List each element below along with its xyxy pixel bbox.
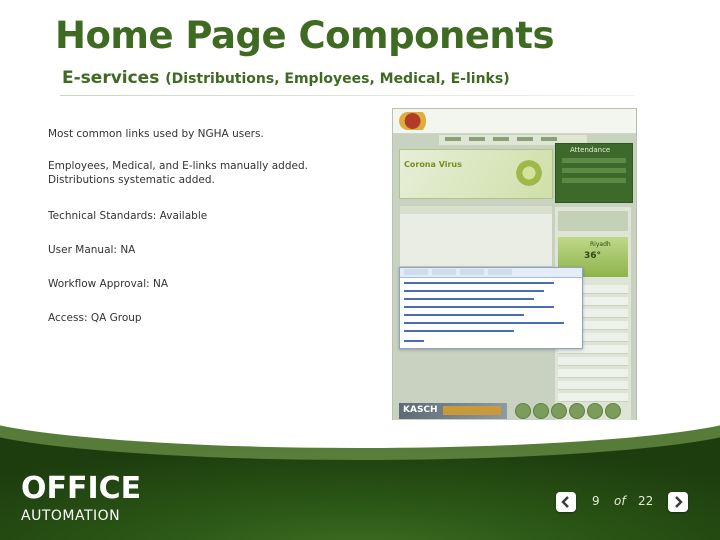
attendance-panel: Attendance	[555, 143, 633, 203]
workflow-approval: Workflow Approval: NA	[48, 277, 378, 291]
attendance-row	[562, 158, 626, 163]
corona-banner: Corona Virus	[399, 149, 553, 199]
screenshot-nav-item	[541, 137, 557, 141]
page-of: of	[614, 494, 626, 508]
page-total: 22	[638, 494, 654, 508]
corona-banner-text: Corona Virus	[404, 160, 462, 169]
weather-temp: 36°	[584, 251, 602, 261]
access-label: Access:	[48, 312, 88, 324]
tab-employees	[432, 269, 456, 275]
e-services-link	[404, 314, 524, 316]
kasch-badge	[443, 406, 501, 415]
user-manual: User Manual: NA	[48, 243, 378, 257]
e-services-more-link	[404, 340, 424, 342]
sidebar-link	[558, 357, 628, 366]
title-divider	[60, 95, 635, 96]
chevron-left-icon	[561, 496, 569, 508]
next-slide-button[interactable]	[668, 492, 688, 512]
sidebar-link	[558, 393, 628, 402]
sidebar-link	[558, 381, 628, 390]
quick-link-icon	[569, 403, 585, 419]
access-value: QA Group	[90, 312, 142, 324]
homepage-screenshot: Corona Virus Attendance Riyadh 36° KASCH	[392, 108, 637, 440]
e-services-link	[404, 330, 514, 332]
attendance-row	[562, 168, 626, 173]
screenshot-nav-item	[445, 137, 461, 141]
tab-medical	[460, 269, 484, 275]
screenshot-nav-item	[493, 137, 509, 141]
brand-automation: AUTOMATION	[21, 508, 121, 524]
quick-link-icon	[533, 403, 549, 419]
attendance-label: Attendance	[570, 146, 611, 154]
e-services-link	[404, 322, 564, 324]
subtitle-main: E-services	[62, 68, 160, 88]
workflow-approval-value: NA	[153, 278, 169, 290]
sidebar-banner	[558, 211, 628, 231]
screenshot-nav-item	[517, 137, 533, 141]
subtitle-categories: (Distributions, Employees, Medical, E-li…	[165, 71, 510, 87]
weather-city: Riyadh	[590, 241, 611, 248]
technical-standards-label: Technical Standards:	[48, 210, 157, 222]
quick-link-icon	[515, 403, 531, 419]
e-services-tabs	[400, 268, 582, 278]
access: Access: QA Group	[48, 311, 378, 325]
page-current: 9	[592, 494, 600, 508]
content-line-common-links: Most common links used by NGHA users.	[48, 128, 264, 140]
e-services-link	[404, 306, 554, 308]
e-services-link	[404, 298, 534, 300]
tab-distributions	[404, 269, 428, 275]
news-header	[400, 206, 552, 214]
technical-standards-value: Available	[159, 210, 208, 222]
workflow-approval-label: Workflow Approval:	[48, 278, 150, 290]
screenshot-news-area	[399, 205, 553, 267]
sidebar-link	[558, 369, 628, 378]
quick-link-icon	[551, 403, 567, 419]
previous-slide-button[interactable]	[556, 492, 576, 512]
technical-standards: Technical Standards: Available	[48, 209, 378, 223]
slide-subtitle: E-services (Distributions, Employees, Me…	[62, 68, 510, 88]
user-manual-label: User Manual:	[48, 244, 117, 256]
slide-pager: 9 of 22	[556, 491, 692, 513]
virus-icon	[514, 158, 544, 188]
kasch-banner: KASCH	[399, 403, 507, 419]
content-line-systematic-added: Distributions systematic added.	[48, 174, 215, 186]
slide-title: Home Page Components	[55, 14, 555, 57]
slide-content: Most common links used by NGHA users. Em…	[48, 127, 378, 325]
attendance-row	[562, 178, 626, 183]
tab-e-links	[488, 269, 512, 275]
screenshot-nav-item	[469, 137, 485, 141]
ngha-logo	[399, 112, 433, 130]
brand-office: OFFICE	[21, 471, 142, 506]
kasch-label: KASCH	[403, 405, 438, 415]
e-services-link	[404, 290, 544, 292]
content-line-manual-added: Employees, Medical, and E-links manually…	[48, 160, 308, 172]
e-services-link	[404, 282, 554, 284]
user-manual-value: NA	[120, 244, 136, 256]
chevron-right-icon	[675, 496, 683, 508]
quick-link-icon	[587, 403, 603, 419]
e-services-panel	[399, 267, 583, 349]
quick-link-icon	[605, 403, 621, 419]
